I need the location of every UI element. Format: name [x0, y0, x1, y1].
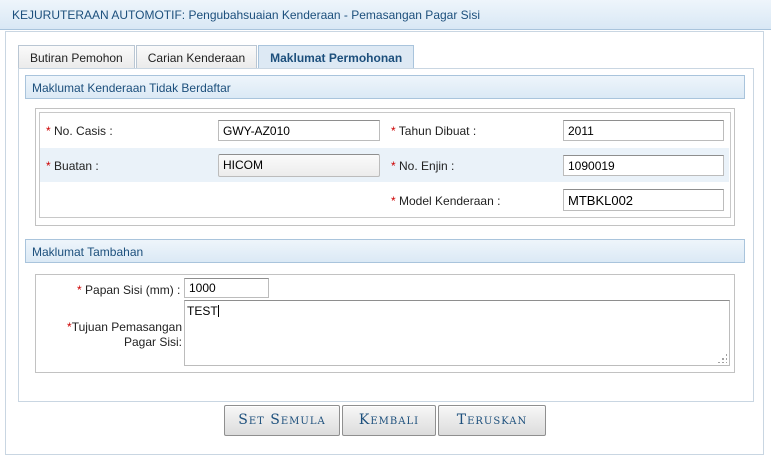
label-papan-sisi-text: Papan Sisi (mm) :	[85, 283, 181, 297]
required-marker: *	[77, 283, 82, 297]
section-header-extra: Maklumat Tambahan	[25, 239, 745, 263]
label-buatan: * Buatan :	[46, 159, 99, 173]
required-marker: *	[391, 194, 396, 208]
required-marker: *	[46, 159, 51, 173]
tab-butiran-pemohon[interactable]: Butiran Pemohon	[18, 45, 135, 69]
set-semula-button[interactable]: Set Semula	[224, 405, 340, 436]
buatan-select[interactable]: HICOM	[218, 154, 380, 177]
kembali-button[interactable]: Kembali	[342, 405, 436, 436]
label-papan-sisi: * Papan Sisi (mm) :	[77, 283, 180, 297]
no-casis-field[interactable]: GWY-AZ010	[218, 120, 380, 141]
required-marker: *	[46, 124, 51, 138]
label-tujuan-line1-text: Tujuan Pemasangan	[71, 320, 182, 334]
required-marker: *	[391, 159, 396, 173]
label-no-enjin-text: No. Enjin :	[399, 159, 455, 173]
text-caret	[217, 305, 219, 317]
model-kenderaan-field[interactable]: MTBKL002	[563, 189, 724, 211]
tahun-dibuat-field[interactable]: 2011	[563, 120, 724, 141]
tujuan-textarea[interactable]: TEST	[184, 300, 730, 366]
required-marker: *	[391, 124, 396, 138]
section-header-vehicle: Maklumat Kenderaan Tidak Berdaftar	[25, 75, 745, 99]
label-model-kenderaan: * Model Kenderaan :	[391, 194, 500, 208]
label-tahun-dibuat-text: Tahun Dibuat :	[398, 124, 477, 138]
papan-sisi-field[interactable]: 1000	[184, 278, 269, 298]
label-tujuan-line1: *Tujuan Pemasangan	[60, 320, 182, 335]
label-no-enjin: * No. Enjin :	[391, 159, 454, 173]
label-tujuan-line2: Pagar Sisi:	[123, 335, 182, 349]
resize-grip-icon[interactable]	[717, 353, 727, 363]
label-tujuan: *Tujuan Pemasangan Pagar Sisi:	[60, 320, 182, 350]
no-enjin-field[interactable]: 1090019	[563, 155, 724, 176]
label-model-kenderaan-text: Model Kenderaan :	[399, 194, 501, 208]
tujuan-textarea-value: TEST	[187, 304, 218, 318]
label-tahun-dibuat: * Tahun Dibuat :	[391, 124, 476, 138]
window-title: KEJURUTERAAN AUTOMOTIF: Pengubahsuaian K…	[0, 0, 771, 30]
label-no-casis-text: No. Casis :	[54, 124, 113, 138]
tab-carian-kenderaan[interactable]: Carian Kenderaan	[135, 45, 258, 69]
teruskan-button[interactable]: Teruskan	[438, 405, 546, 436]
label-no-casis: * No. Casis :	[46, 124, 113, 138]
tab-bar: Butiran Pemohon Carian Kenderaan Makluma…	[18, 45, 415, 69]
label-buatan-text: Buatan :	[54, 159, 99, 173]
tab-maklumat-permohonan[interactable]: Maklumat Permohonan	[258, 45, 415, 69]
